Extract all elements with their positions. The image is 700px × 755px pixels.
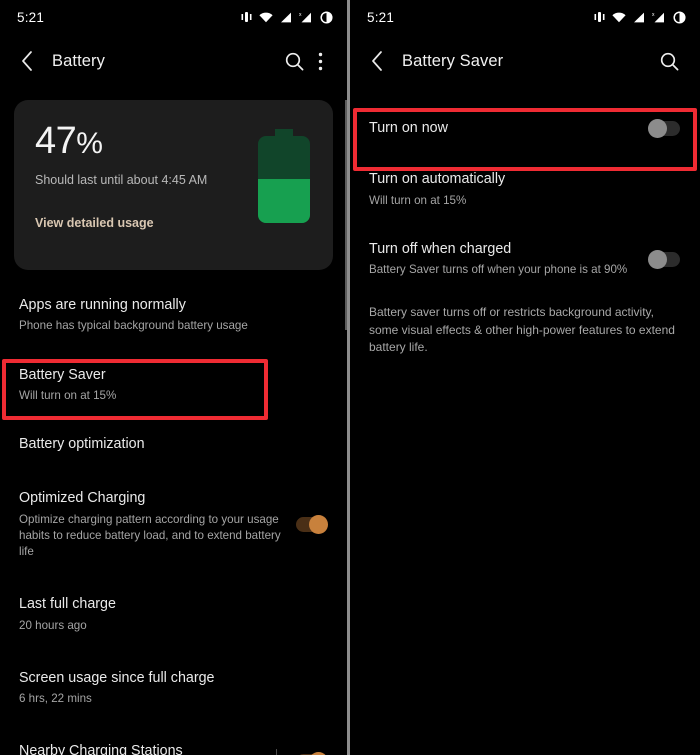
signal-icon [633,12,645,23]
list-item-title: Turn off when charged [369,240,512,257]
list-item-screen-usage[interactable]: Screen usage since full charge 6 hrs, 22… [0,660,347,717]
toggle-knob [309,515,328,535]
app-bar-right: Battery Saver [350,34,700,88]
status-icons: x [241,10,333,24]
list-item-battery-optimization[interactable]: Battery optimization [0,426,347,463]
back-arrow-icon[interactable] [14,48,40,74]
list-item-title: Battery optimization [19,436,145,453]
list-item-subtitle: Will turn on at 15% [369,193,467,207]
list-item-battery-saver[interactable]: Battery Saver Will turn on at 15% [0,357,347,414]
list-item-subtitle: Phone has typical background battery usa… [19,319,248,333]
turn-off-when-charged-toggle[interactable] [648,249,680,269]
list-item-subtitle: 6 hrs, 22 mins [19,692,92,706]
list-item-title: Turn on automatically [369,171,506,188]
list-item-apps-running[interactable]: Apps are running normally Phone has typi… [0,287,347,344]
vibrate-icon [594,11,605,23]
list-item-title: Optimized Charging [19,490,146,507]
battery-summary-card[interactable]: 47% Should last until about 4:45 AM View… [14,100,333,270]
dual-screenshot-frame: 5:21 x Battery 47% Should last until abo… [0,0,700,755]
page-title: Battery Saver [402,51,504,70]
optimized-charging-toggle[interactable] [296,515,328,535]
status-bar-right: 5:21 x [350,0,700,34]
search-icon[interactable] [654,46,684,76]
list-item-last-full-charge[interactable]: Last full charge 20 hours ago [0,586,347,643]
vibrate-icon [241,11,252,23]
signal-x-icon: x [652,11,666,23]
toggle-knob [648,249,667,269]
search-icon[interactable] [279,46,309,76]
vertical-divider [276,748,277,755]
signal-x-icon: x [299,11,313,23]
list-item-title: Battery Saver [19,366,106,383]
svg-text:x: x [299,12,302,18]
list-item-title: Screen usage since full charge [19,669,215,686]
status-icons: x [594,10,686,24]
status-time: 5:21 [17,9,45,25]
view-detailed-usage-link[interactable]: View detailed usage [35,216,154,230]
scrollbar[interactable] [345,100,347,330]
list-item-title: Apps are running normally [19,297,186,313]
list-item-title: Turn on now [369,120,448,136]
list-item-subtitle: Battery Saver turns off when your phone … [369,263,628,277]
page-title: Battery [52,51,105,70]
battery-circle-icon [320,10,333,24]
list-item-turn-on-automatically[interactable]: Turn on automatically Will turn on at 15… [350,161,700,218]
more-vert-icon[interactable] [309,46,331,76]
toggle-knob [648,119,667,139]
status-bar-left: 5:21 x [0,0,347,34]
turn-on-now-toggle[interactable] [648,119,680,139]
list-item-subtitle: Will turn on at 15% [19,388,117,402]
app-bar-left: Battery [0,34,347,88]
left-phone-screen: 5:21 x Battery 47% Should last until abo… [0,0,347,755]
list-item-turn-off-when-charged[interactable]: Turn off when charged Battery Saver turn… [350,231,700,288]
list-item-title: Last full charge [19,596,116,613]
svg-text:x: x [652,12,655,18]
battery-saver-footnote: Battery saver turns off or restricts bac… [369,305,675,355]
status-time: 5:21 [367,9,395,25]
battery-percent-value: 47 [35,120,77,162]
right-phone-screen: 5:21 x Battery Saver Turn on now Turn on… [350,0,700,755]
wifi-icon [612,12,626,23]
battery-level-icon [258,129,310,223]
list-item-title: Nearby Charging Stations [19,743,183,755]
signal-icon [280,12,292,23]
list-item-turn-on-now[interactable]: Turn on now [350,105,700,152]
battery-saver-settings-list: Turn on now Turn on automatically Will t… [350,105,700,357]
list-item-nearby-charging-stations[interactable]: Nearby Charging Stations Notify when the… [0,733,347,755]
list-item-optimized-charging[interactable]: Optimized Charging Optimize charging pat… [0,480,347,569]
battery-circle-icon [673,10,686,24]
list-item-subtitle: Optimize charging pattern according to y… [19,512,281,559]
battery-settings-list-left: Apps are running normally Phone has typi… [0,287,347,755]
back-arrow-icon[interactable] [364,48,390,74]
list-item-subtitle: 20 hours ago [19,618,87,632]
wifi-icon [259,12,273,23]
percent-symbol: % [76,127,103,160]
